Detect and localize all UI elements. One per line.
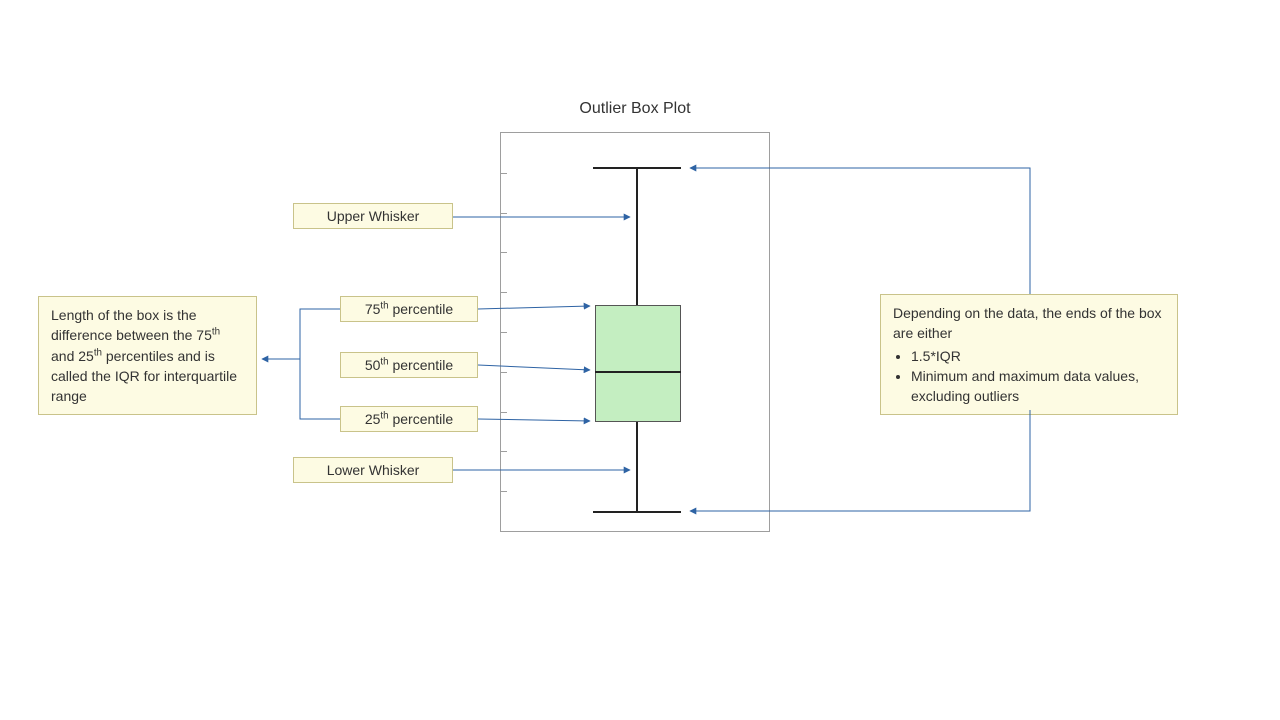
label-p75-pre: 75 xyxy=(365,301,381,317)
label-lower-whisker: Lower Whisker xyxy=(293,457,453,483)
note-iqr-seg2: and 25 xyxy=(51,348,94,364)
note-iqr-sup2: th xyxy=(94,347,102,358)
label-p50-pre: 50 xyxy=(365,357,381,373)
label-p50-post: percentile xyxy=(389,357,454,373)
note-iqr-sup1: th xyxy=(212,327,220,338)
iqr-box xyxy=(595,305,681,422)
axis-ticks xyxy=(501,133,507,531)
label-p75-post: percentile xyxy=(389,301,454,317)
lower-whisker-cap xyxy=(593,511,681,513)
label-upper-whisker: Upper Whisker xyxy=(293,203,453,229)
label-p50-sup: th xyxy=(380,356,388,367)
note-ends-bullet1: 1.5*IQR xyxy=(911,346,1165,366)
boxplot-frame xyxy=(500,132,770,532)
label-p25-pre: 25 xyxy=(365,411,381,427)
note-ends: Depending on the data, the ends of the b… xyxy=(880,294,1178,415)
label-p25: 25th percentile xyxy=(340,406,478,432)
note-ends-intro: Depending on the data, the ends of the b… xyxy=(893,303,1165,344)
upper-whisker-stem xyxy=(636,168,638,305)
label-p75: 75th percentile xyxy=(340,296,478,322)
note-iqr: Length of the box is the difference betw… xyxy=(38,296,257,415)
label-p75-sup: th xyxy=(380,300,388,311)
diagram-title: Outlier Box Plot xyxy=(500,100,770,118)
lower-whisker-stem xyxy=(636,422,638,512)
label-p25-sup: th xyxy=(380,410,388,421)
note-iqr-seg1: Length of the box is the difference betw… xyxy=(51,307,212,343)
median-line xyxy=(595,371,681,373)
note-ends-bullet2: Minimum and maximum data values, excludi… xyxy=(911,366,1165,407)
label-p25-post: percentile xyxy=(389,411,454,427)
label-p50: 50th percentile xyxy=(340,352,478,378)
